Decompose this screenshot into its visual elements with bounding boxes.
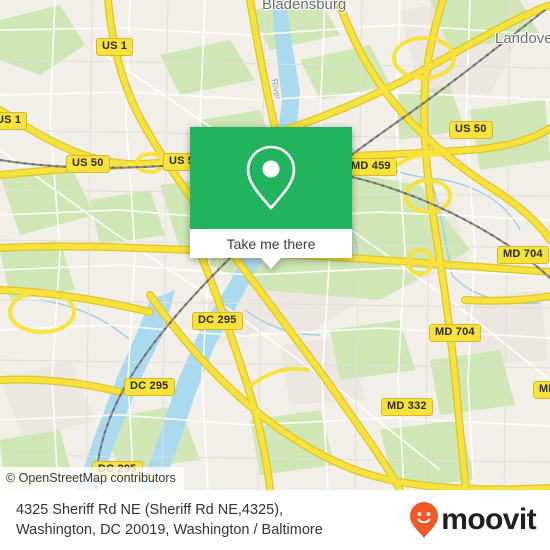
highway-shield-md-704-north: MD 704: [497, 246, 549, 264]
moovit-smiley-pin-icon: [410, 502, 439, 538]
highway-shield-dc-295-middle: DC 295: [124, 378, 175, 396]
moovit-logo[interactable]: moovit: [409, 501, 537, 539]
result-footer: 4325 Sheriff Rd NE (Sheriff Rd NE,4325),…: [0, 490, 550, 550]
highway-shield-md-459: MD 459: [345, 158, 397, 176]
map-canvas[interactable]: Bladensburg Landover River US 1 US 1 US …: [0, 0, 550, 490]
popup-pointer-tail: [261, 258, 281, 269]
map-attribution-text: © OpenStreetMap contributors: [6, 471, 176, 485]
highway-shield-us-50-west: US 50: [66, 155, 110, 173]
map-pin-icon: [246, 145, 296, 211]
take-me-there-button[interactable]: Take me there: [190, 229, 352, 258]
map-result-screen: Bladensburg Landover River US 1 US 1 US …: [0, 0, 550, 550]
location-popup-card[interactable]: Take me there: [190, 127, 352, 269]
highway-shield-us-1-west: US 1: [0, 112, 28, 130]
highway-shield-dc-295-north: DC 295: [192, 312, 243, 330]
popup-icon-area: [190, 127, 352, 229]
highway-shield-md-edge: MD: [533, 381, 550, 399]
take-me-there-label: Take me there: [226, 235, 316, 252]
highway-shield-us-1-north: US 1: [96, 38, 134, 56]
address-line-2: Washington, DC 20019, Washington / Balti…: [16, 522, 323, 538]
map-attribution[interactable]: © OpenStreetMap contributors: [0, 467, 184, 490]
highway-shield-md-332: MD 332: [381, 398, 433, 416]
highway-shield-md-704-south: MD 704: [429, 324, 481, 342]
address-line-1: 4325 Sheriff Rd NE (Sheriff Rd NE,4325),: [16, 502, 284, 518]
highway-shield-us-50-east: US 50: [449, 121, 493, 139]
address-block: 4325 Sheriff Rd NE (Sheriff Rd NE,4325),…: [16, 500, 323, 540]
moovit-wordmark: moovit: [441, 503, 536, 536]
